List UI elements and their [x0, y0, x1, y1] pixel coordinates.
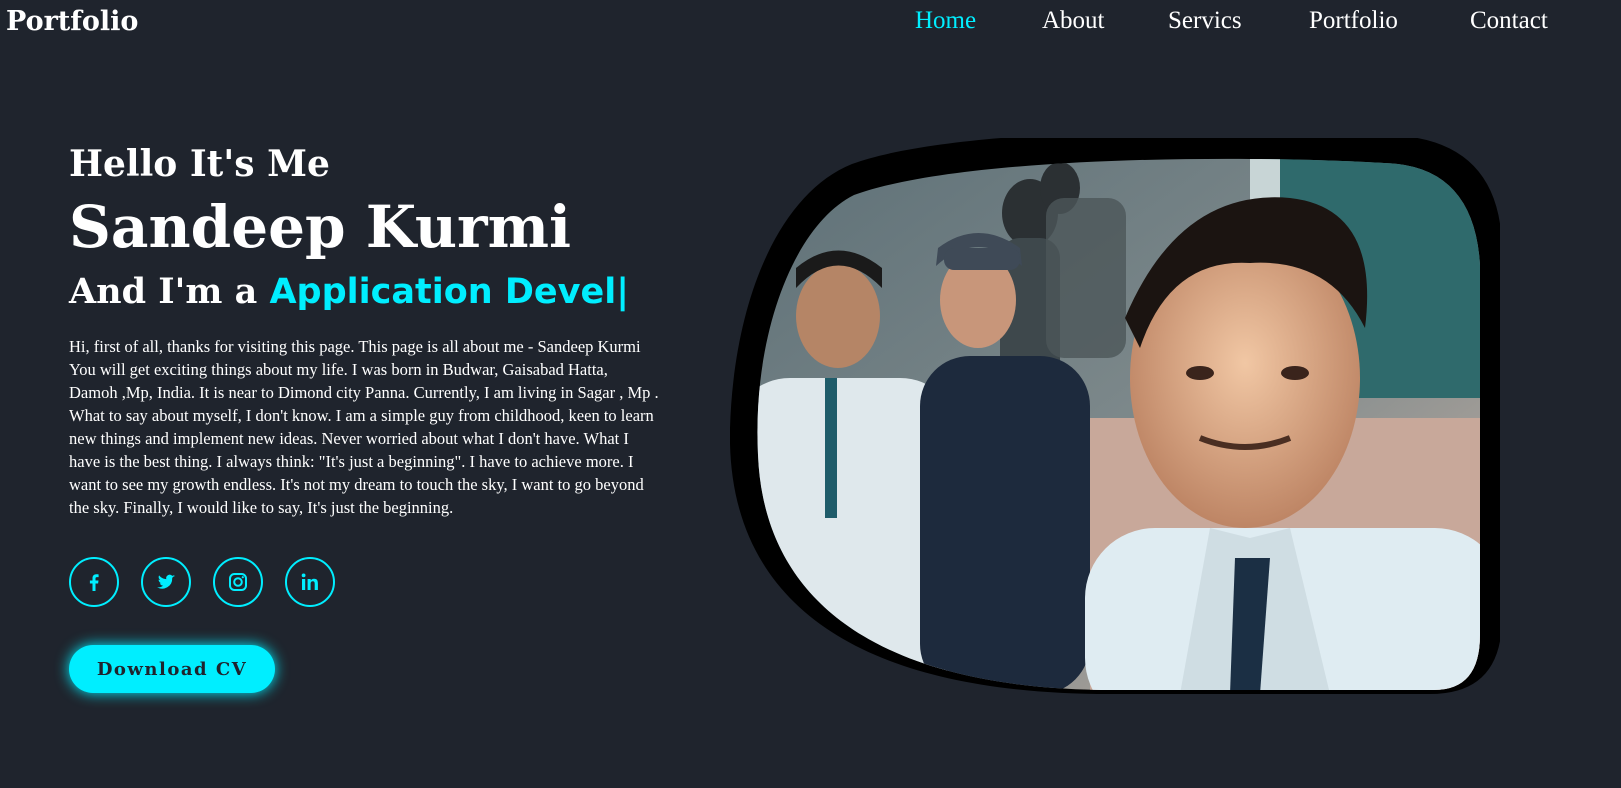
facebook-icon — [89, 574, 99, 591]
greeting: Hello It's Me — [69, 143, 330, 185]
main-nav: Home About Servics Portfolio Contact — [0, 7, 1621, 47]
linkedin-icon — [301, 573, 318, 590]
profile-photo — [729, 130, 1502, 695]
instagram-link[interactable] — [213, 557, 263, 607]
nav-home[interactable]: Home — [915, 7, 976, 35]
social-links — [69, 557, 669, 607]
linkedin-link[interactable] — [285, 557, 335, 607]
instagram-icon — [229, 573, 247, 591]
role-typed: Application Devel| — [269, 272, 629, 312]
nav-portfolio[interactable]: Portfolio — [1309, 7, 1398, 35]
twitter-icon — [157, 574, 175, 589]
role-line: And I'm a Application Devel| — [69, 270, 669, 314]
nav-about[interactable]: About — [1042, 7, 1105, 35]
download-cv-button[interactable]: Download CV — [69, 645, 275, 693]
profile-image-frame — [729, 130, 1502, 695]
twitter-link[interactable] — [141, 557, 191, 607]
facebook-link[interactable] — [69, 557, 119, 607]
hero-content: Hello It's Me Sandeep Kurmi And I'm a Ap… — [69, 140, 669, 693]
nav-services[interactable]: Servics — [1168, 7, 1242, 35]
site-header: Portfolio Home About Servics Portfolio C… — [0, 0, 1621, 50]
nav-contact[interactable]: Contact — [1470, 7, 1548, 35]
bio-text: Hi, first of all, thanks for visiting th… — [69, 337, 659, 517]
role-prefix: And I'm a — [69, 271, 270, 312]
hero-name: Sandeep Kurmi — [69, 193, 572, 261]
